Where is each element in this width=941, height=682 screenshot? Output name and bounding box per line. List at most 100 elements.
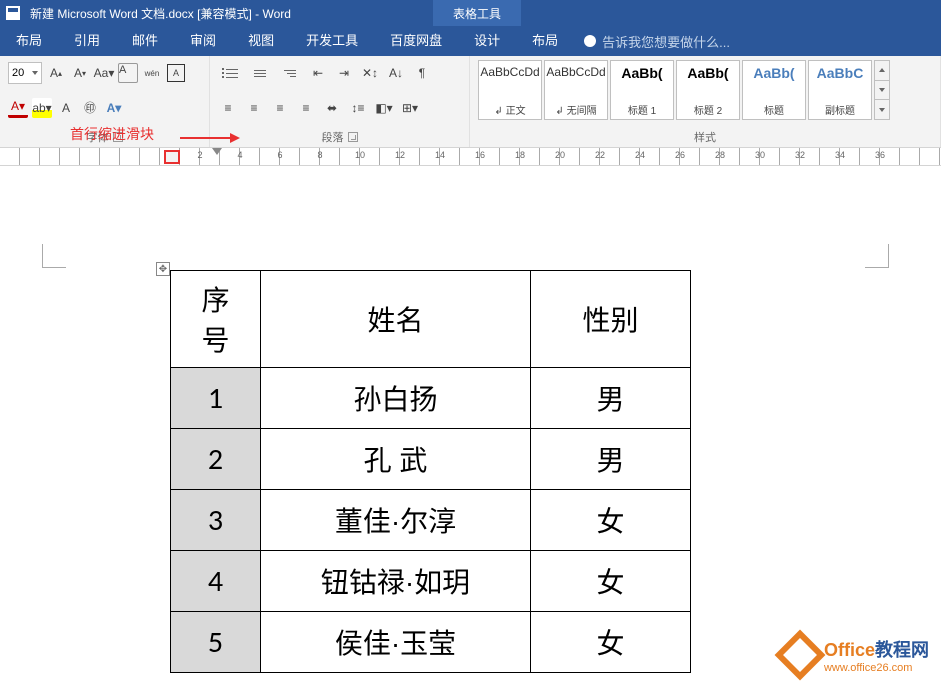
cell-gender[interactable]: 女 [531,551,691,612]
style-heading-1[interactable]: AaBb(标题 1 [610,60,674,120]
cell-num[interactable]: 2 [171,429,261,490]
styles-scroll-up-button[interactable] [875,61,889,81]
bullets-button[interactable] [218,63,242,83]
grow-font-button[interactable]: A▴ [46,63,66,83]
page-corner-left-icon [42,244,66,268]
cell-gender[interactable]: 女 [531,490,691,551]
title-bar: 新建 Microsoft Word 文档.docx [兼容模式] - Word … [0,0,941,26]
clear-format-button[interactable]: A [118,63,138,83]
justify-button[interactable]: ≡ [296,98,316,118]
tab-view[interactable]: 视图 [232,26,290,56]
tell-me-search[interactable]: 告诉我您想要做什么... [584,32,730,51]
distribute-button[interactable]: ⬌ [322,98,342,118]
tab-mailings[interactable]: 邮件 [116,26,174,56]
tab-table-layout[interactable]: 布局 [516,26,574,56]
decrease-indent-button[interactable]: ⇤ [308,63,328,83]
ribbon-group-paragraph: ⇤ ⇥ ✕↕ A↓ ¶ ≡ ≡ ≡ ≡ ⬌ ↕≡ ◧▾ ⊞▾ 段落 [210,56,470,147]
styles-gallery: AaBbCcDd↲ 正文 AaBbCcDd↲ 无间隔 AaBb(标题 1 AaB… [478,60,932,120]
align-left-button[interactable]: ≡ [218,98,238,118]
font-size-combo[interactable]: 20 [8,62,42,84]
watermark-brand: Office教程网 [824,636,929,662]
text-direction-button[interactable]: ✕↕ [360,63,380,83]
chevron-down-icon [879,88,885,92]
table-move-handle[interactable]: ✥ [156,262,170,276]
annotation-text: 首行缩进滑块 [70,124,154,144]
horizontal-ruler[interactable]: 2 4 6 8 10 12 14 16 18 20 22 24 26 28 30… [0,148,941,166]
phonetic-guide-button[interactable]: wén [142,63,162,83]
multilevel-button[interactable] [278,63,302,83]
header-name[interactable]: 姓名 [261,271,531,368]
table-row[interactable]: 4 钮钴禄·如玥 女 [171,551,691,612]
header-gender[interactable]: 性别 [531,271,691,368]
window-title: 新建 Microsoft Word 文档.docx [兼容模式] - Word [30,5,291,22]
numbering-button[interactable] [248,63,272,83]
align-center-button[interactable]: ≡ [244,98,264,118]
show-marks-button[interactable]: ¶ [412,63,432,83]
style-normal[interactable]: AaBbCcDd↲ 正文 [478,60,542,120]
ribbon-group-styles: AaBbCcDd↲ 正文 AaBbCcDd↲ 无间隔 AaBb(标题 1 AaB… [470,56,941,147]
cell-gender[interactable]: 女 [531,612,691,673]
table-row[interactable]: 2 孔 武 男 [171,429,691,490]
tab-table-design[interactable]: 设计 [458,26,516,56]
first-line-indent-marker[interactable] [164,150,180,164]
tab-review[interactable]: 审阅 [174,26,232,56]
table-header-row[interactable]: 序号 姓名 性别 [171,271,691,368]
cell-name[interactable]: 钮钴禄·如玥 [261,551,531,612]
annotation-arrow-icon [180,128,240,148]
char-shading-button[interactable]: A [56,98,76,118]
style-title[interactable]: AaBb(标题 [742,60,806,120]
font-color-button[interactable]: A▾ [8,98,28,118]
sort-button[interactable]: A↓ [386,63,406,83]
styles-scroll-down-button[interactable] [875,81,889,101]
document-area[interactable]: ✥ 序号 姓名 性别 1 孙白扬 男 2 孔 武 男 3 董佳·尔淳 [0,166,941,226]
indent-triangle-icon[interactable] [212,148,222,155]
cell-gender[interactable]: 男 [531,368,691,429]
table-row[interactable]: 3 董佳·尔淳 女 [171,490,691,551]
paragraph-group-label: 段落 [322,129,344,145]
tab-baidu[interactable]: 百度网盘 [374,26,458,56]
cell-num[interactable]: 4 [171,551,261,612]
shading-button[interactable]: ◧▾ [374,98,394,118]
cell-num[interactable]: 5 [171,612,261,673]
cell-num[interactable]: 3 [171,490,261,551]
align-right-button[interactable]: ≡ [270,98,290,118]
shrink-font-button[interactable]: A▾ [70,63,90,83]
style-no-spacing[interactable]: AaBbCcDd↲ 无间隔 [544,60,608,120]
paragraph-dialog-launcher[interactable] [348,132,358,142]
watermark: Office教程网 www.office26.com [782,636,929,674]
chevron-down-icon [879,108,885,112]
chevron-up-icon [879,68,885,72]
enclose-char-button[interactable]: ㊞ [80,98,100,118]
table-row[interactable]: 1 孙白扬 男 [171,368,691,429]
save-icon[interactable] [6,6,20,20]
tell-me-placeholder: 告诉我您想要做什么... [602,32,730,51]
tab-layout[interactable]: 布局 [0,26,58,56]
increase-indent-button[interactable]: ⇥ [334,63,354,83]
cell-name[interactable]: 孔 武 [261,429,531,490]
cell-num[interactable]: 1 [171,368,261,429]
cell-gender[interactable]: 男 [531,429,691,490]
chevron-down-icon [32,71,38,75]
header-num[interactable]: 序号 [171,271,261,368]
style-heading-2[interactable]: AaBb(标题 2 [676,60,740,120]
bulb-icon [584,35,596,47]
menu-bar: 布局 引用 邮件 审阅 视图 开发工具 百度网盘 设计 布局 告诉我您想要做什么… [0,26,941,56]
cell-name[interactable]: 侯佳·玉莹 [261,612,531,673]
line-spacing-button[interactable]: ↕≡ [348,98,368,118]
text-effects-button[interactable]: A▾ [104,98,124,118]
styles-group-label: 样式 [694,129,716,145]
change-case-button[interactable]: Aa▾ [94,63,114,83]
cell-name[interactable]: 董佳·尔淳 [261,490,531,551]
tab-developer[interactable]: 开发工具 [290,26,374,56]
table-row[interactable]: 5 侯佳·玉莹 女 [171,612,691,673]
watermark-logo-icon [775,630,826,681]
tab-references[interactable]: 引用 [58,26,116,56]
highlight-button[interactable]: ab▾ [32,98,52,118]
page-corner-right-icon [865,244,889,268]
cell-name[interactable]: 孙白扬 [261,368,531,429]
data-table[interactable]: 序号 姓名 性别 1 孙白扬 男 2 孔 武 男 3 董佳·尔淳 女 4 [170,270,691,673]
styles-expand-button[interactable] [875,100,889,119]
borders-button[interactable]: ⊞▾ [400,98,420,118]
style-subtitle[interactable]: AaBbC副标题 [808,60,872,120]
char-border-button[interactable]: A [166,63,186,83]
